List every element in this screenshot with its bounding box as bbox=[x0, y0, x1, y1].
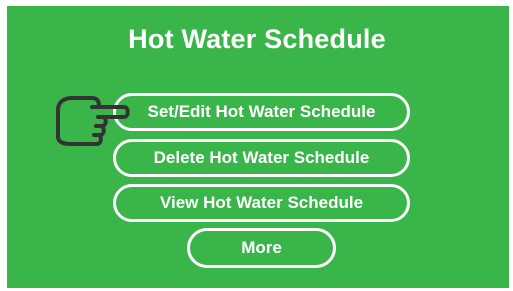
set-edit-schedule-button[interactable]: Set/Edit Hot Water Schedule bbox=[113, 93, 410, 131]
screen-title: Hot Water Schedule bbox=[128, 24, 386, 54]
delete-schedule-button[interactable]: Delete Hot Water Schedule bbox=[113, 139, 410, 177]
more-button[interactable]: More bbox=[187, 228, 336, 268]
view-schedule-button[interactable]: View Hot Water Schedule bbox=[113, 184, 410, 222]
pointing-hand-icon bbox=[56, 96, 130, 146]
